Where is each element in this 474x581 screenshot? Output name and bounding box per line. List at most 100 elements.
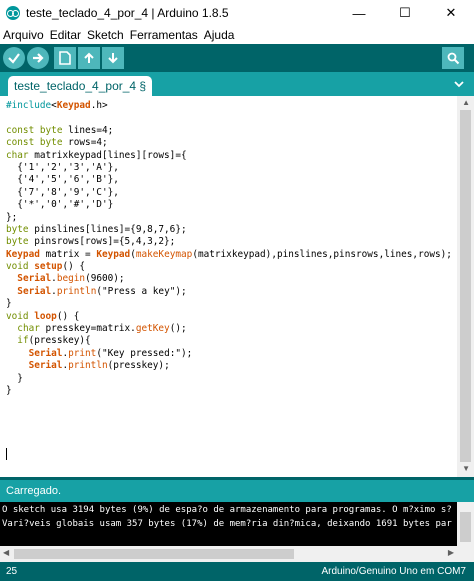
tab-menu-icon[interactable] — [452, 77, 466, 91]
verify-icon — [8, 53, 20, 64]
hscroll-thumb[interactable] — [14, 549, 294, 559]
code-line[interactable]: Serial.println(presskey); — [6, 360, 452, 372]
scroll-up-icon[interactable]: ▲ — [462, 98, 470, 107]
code-token: Keypad — [6, 248, 40, 260]
text-cursor — [6, 448, 7, 460]
menu-ajuda[interactable]: Ajuda — [204, 28, 235, 42]
code-token: } — [6, 384, 12, 396]
code-token: {'4','5','6','B'}, — [6, 174, 119, 186]
code-line[interactable]: Serial.begin(9600); — [6, 273, 452, 285]
tab-sketch[interactable]: teste_teclado_4_por_4 § — [8, 76, 153, 96]
code-token: {'1','2','3','A'}, — [6, 161, 119, 173]
code-token: (presskey){ — [28, 335, 91, 347]
line-number: 25 — [6, 566, 18, 577]
footer-bar: 25 Arduino/Genuino Uno em COM7 — [0, 562, 474, 581]
code-token: } — [6, 298, 12, 310]
code-line[interactable]: char presskey=matrix.getKey(); — [6, 323, 452, 335]
code-token: char — [17, 323, 40, 335]
menu-ferramentas[interactable]: Ferramentas — [130, 28, 198, 42]
code-line[interactable]: char matrixkeypad[lines][rows]={ — [6, 150, 452, 162]
open-button[interactable] — [78, 47, 100, 69]
code-line[interactable]: {'*','0','#','D'} — [6, 199, 452, 211]
minimize-button[interactable]: — — [336, 0, 382, 26]
code-line[interactable]: } — [6, 385, 452, 397]
code-line[interactable]: Serial.println("Press a key"); — [6, 286, 452, 298]
upload-icon — [33, 53, 44, 63]
code-token: println — [56, 285, 97, 297]
status-message: Carregado. — [6, 485, 62, 497]
window-title: teste_teclado_4_por_4 | Arduino 1.8.5 — [26, 6, 229, 20]
code-token: if — [17, 335, 29, 347]
console-scroll-thumb[interactable] — [460, 512, 471, 542]
code-token: char — [6, 149, 29, 161]
code-editor[interactable]: #include<Keypad.h> const byte lines=4; con… — [0, 96, 474, 477]
code-line[interactable]: {'4','5','6','B'}, — [6, 174, 452, 186]
console-line: O sketch usa 3194 bytes (9%) de espa?o d… — [2, 505, 452, 515]
code-line[interactable]: {'1','2','3','A'}, — [6, 162, 452, 174]
code-token: presskey=matrix. — [39, 323, 136, 335]
code-token: byte — [6, 223, 29, 235]
code-line[interactable]: const byte rows=4; — [6, 137, 452, 149]
code-line[interactable]: Serial.print("Key pressed:"); — [6, 348, 452, 360]
editor-vertical-scrollbar[interactable]: ▲ ▼ — [457, 96, 474, 477]
title-bar: teste_teclado_4_por_4 | Arduino 1.8.5 — … — [0, 0, 474, 26]
save-icon — [108, 53, 118, 64]
code-token: byte — [39, 124, 63, 136]
code-line[interactable]: {'7','8','9','C'}, — [6, 187, 452, 199]
code-token: matrixkeypad[lines][rows]={ — [28, 149, 187, 161]
save-button[interactable] — [102, 47, 124, 69]
code-token: byte — [6, 236, 29, 248]
code-line[interactable]: byte pinslines[lines]={9,8,7,6}; — [6, 224, 452, 236]
scroll-right-icon[interactable]: ▶ — [448, 548, 454, 557]
code-token: (9600); — [85, 273, 125, 285]
code-line[interactable]: void setup() { — [6, 261, 452, 273]
code-text[interactable]: #include<Keypad.h> const byte lines=4; con… — [6, 100, 452, 397]
code-token: pinsrows[rows]={5,4,3,2}; — [28, 236, 176, 248]
code-token: () { — [56, 310, 80, 322]
menu-arquivo[interactable]: Arquivo — [3, 28, 44, 42]
close-button[interactable]: ✕ — [428, 0, 474, 26]
code-line[interactable]: if(presskey){ — [6, 335, 452, 347]
code-line[interactable]: } — [6, 298, 452, 310]
code-token: Keypad — [96, 248, 131, 260]
new-button[interactable] — [54, 47, 76, 69]
code-line[interactable]: const byte lines=4; — [6, 125, 452, 137]
code-token: Serial — [17, 285, 52, 297]
menu-sketch[interactable]: Sketch — [87, 28, 124, 42]
board-info: Arduino/Genuino Uno em COM7 — [321, 566, 466, 577]
code-token: makeKeymap — [135, 248, 193, 260]
code-token: void — [6, 310, 29, 322]
code-token: lines=4; — [62, 124, 114, 136]
upload-button[interactable] — [27, 47, 49, 69]
code-line[interactable]: }; — [6, 212, 452, 224]
code-line[interactable]: Keypad matrix = Keypad(makeKeymap(matrix… — [6, 249, 452, 261]
code-token: ("Press a key"); — [96, 285, 187, 297]
console-horizontal-scrollbar[interactable]: ◀ ▶ — [0, 546, 474, 562]
code-token: byte — [39, 137, 63, 149]
code-token: print — [68, 347, 97, 359]
verify-button[interactable] — [3, 47, 25, 69]
serial-monitor-button[interactable] — [442, 47, 464, 69]
code-token: rows=4; — [62, 137, 108, 149]
maximize-button[interactable]: ☐ — [382, 0, 428, 26]
code-token: .h> — [90, 100, 108, 111]
code-token: () { — [62, 261, 86, 273]
code-line[interactable]: #include<Keypad.h> — [6, 100, 452, 112]
code-token: }; — [6, 211, 18, 223]
open-icon — [84, 52, 94, 63]
scroll-thumb[interactable] — [460, 110, 471, 462]
code-line[interactable]: byte pinsrows[rows]={5,4,3,2}; — [6, 236, 452, 248]
code-token: (); — [169, 323, 187, 335]
code-line[interactable] — [6, 112, 452, 124]
scroll-down-icon[interactable]: ▼ — [462, 464, 470, 473]
menu-editar[interactable]: Editar — [50, 28, 81, 42]
code-line[interactable]: void loop() { — [6, 311, 452, 323]
code-line[interactable]: } — [6, 373, 452, 385]
scroll-left-icon[interactable]: ◀ — [3, 548, 9, 557]
console-line: Vari?veis globais usam 357 bytes (17%) d… — [2, 519, 452, 529]
